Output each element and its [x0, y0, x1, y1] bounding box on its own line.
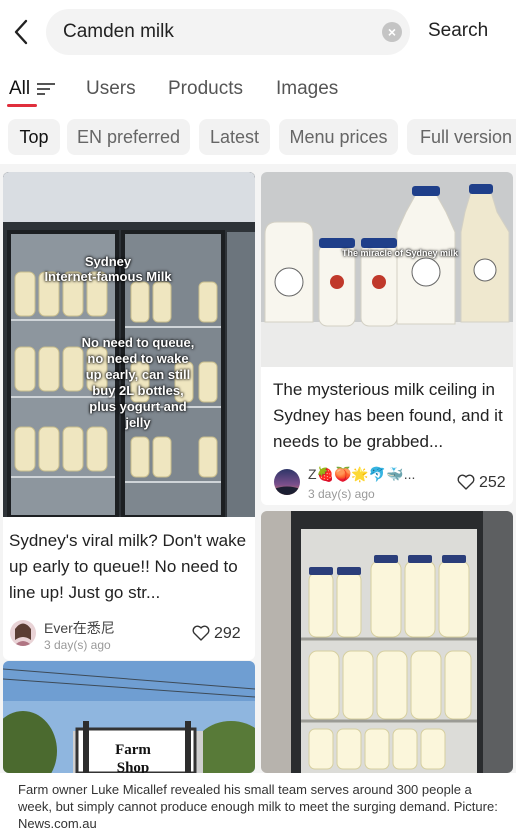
post-image: [261, 511, 513, 773]
filter-icon[interactable]: [37, 83, 55, 95]
chip-full-version[interactable]: Full version: [407, 119, 516, 155]
avatar: [274, 469, 300, 495]
post-image: The miracle of Sydney milk: [261, 172, 513, 367]
heart-icon: [457, 474, 475, 490]
chip-top[interactable]: Top: [8, 119, 60, 155]
post-card[interactable]: [261, 511, 513, 773]
back-icon[interactable]: [6, 14, 36, 50]
search-input[interactable]: Camden milk ×: [46, 9, 410, 55]
post-title: Sydney's viral milk? Don't wake up early…: [9, 531, 247, 602]
sort-chips: Top EN preferred Latest Menu prices Full…: [0, 112, 516, 164]
post-image: Sydney Internet-famous Milk No need to q…: [3, 172, 255, 517]
post-author[interactable]: Ever在悉尼: [44, 618, 115, 638]
post-time: 3 day(s) ago: [308, 487, 375, 501]
search-header: Camden milk × Search: [0, 0, 516, 64]
like-count: 252: [479, 474, 506, 491]
image-overlay-title: The miracle of Sydney milk: [341, 248, 459, 258]
heart-icon: [192, 625, 210, 641]
post-title: The mysterious milk ceiling in Sydney ha…: [273, 380, 503, 451]
clear-icon[interactable]: ×: [382, 22, 402, 42]
image-sign-text: Farm Shop: [115, 742, 151, 773]
chip-latest[interactable]: Latest: [199, 119, 270, 155]
post-time: 3 day(s) ago: [44, 638, 111, 652]
tab-all[interactable]: All: [9, 78, 30, 100]
chip-menu-prices[interactable]: Menu prices: [279, 119, 398, 155]
tab-products[interactable]: Products: [168, 78, 243, 100]
like-button[interactable]: 292: [192, 625, 241, 643]
post-card[interactable]: Farm Shop: [3, 661, 255, 773]
search-query: Camden milk: [63, 21, 174, 42]
post-card[interactable]: The miracle of Sydney milk The mysteriou…: [261, 172, 513, 505]
search-button[interactable]: Search: [428, 20, 488, 42]
post-image: Farm Shop: [3, 661, 255, 773]
tab-users[interactable]: Users: [86, 78, 136, 100]
search-results-screen: Camden milk × Search All Users Products …: [0, 0, 516, 838]
like-count: 292: [214, 625, 241, 642]
avatar: [10, 620, 36, 646]
like-button[interactable]: 252: [457, 474, 506, 492]
post-card[interactable]: Sydney Internet-famous Milk No need to q…: [3, 172, 255, 660]
active-tab-indicator: [7, 104, 37, 107]
post-author[interactable]: Z🍓🍑🌟🐬🐳...: [308, 466, 415, 483]
tab-images[interactable]: Images: [276, 78, 338, 100]
image-overlay-text: No need to queue, no need to wake up ear…: [81, 335, 195, 430]
image-overlay-title: Sydney Internet-famous Milk: [44, 254, 172, 284]
chip-en-preferred[interactable]: EN preferred: [67, 119, 190, 155]
result-type-tabs: All Users Products Images: [0, 64, 516, 112]
photo-caption: Farm owner Luke Micallef revealed his sm…: [0, 773, 516, 838]
